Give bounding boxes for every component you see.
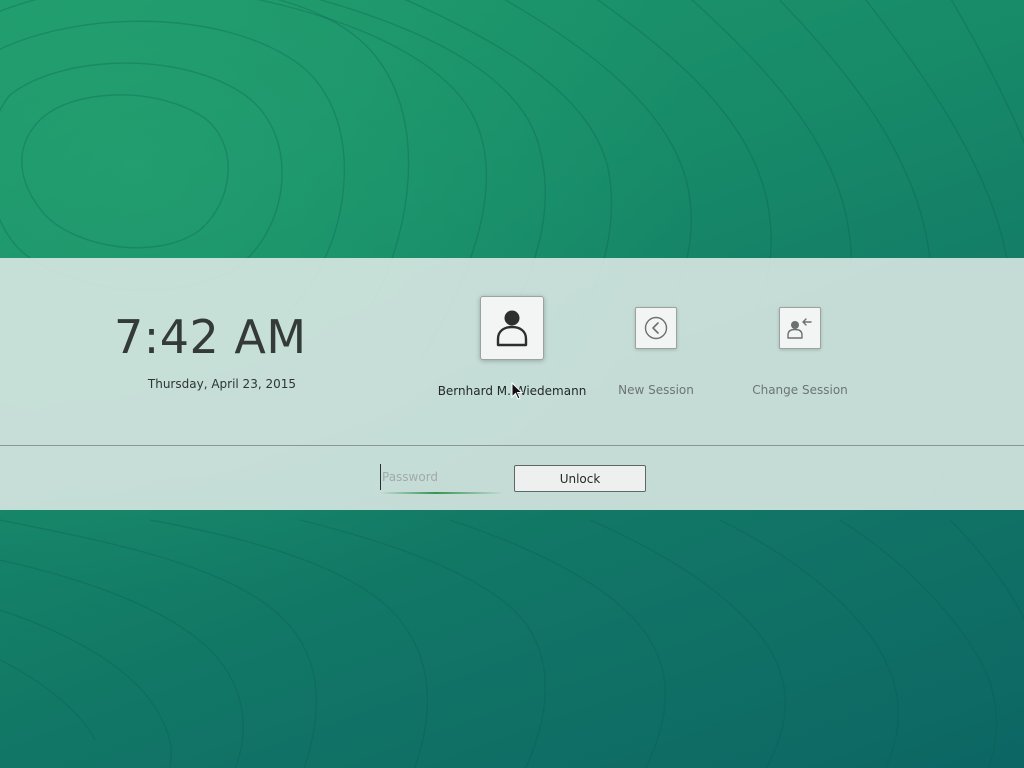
clock-time: 7:42 AM	[114, 310, 307, 364]
change-session-card[interactable]: Change Session	[715, 296, 885, 397]
change-session-button[interactable]	[779, 307, 821, 349]
user-avatar[interactable]	[480, 296, 544, 360]
password-field-wrapper	[380, 464, 504, 494]
user-avatar-icon	[496, 310, 528, 347]
new-session-button[interactable]	[635, 307, 677, 349]
password-focus-underline	[380, 492, 504, 494]
panel-divider	[0, 445, 1024, 446]
back-arrow-circle-icon	[644, 316, 668, 340]
password-input[interactable]	[380, 464, 504, 490]
change-session-label: Change Session	[752, 383, 848, 397]
mouse-pointer-icon	[511, 382, 523, 400]
unlock-button[interactable]: Unlock	[514, 465, 646, 492]
clock-date: Thursday, April 23, 2015	[147, 377, 296, 391]
switch-user-icon	[787, 318, 812, 339]
